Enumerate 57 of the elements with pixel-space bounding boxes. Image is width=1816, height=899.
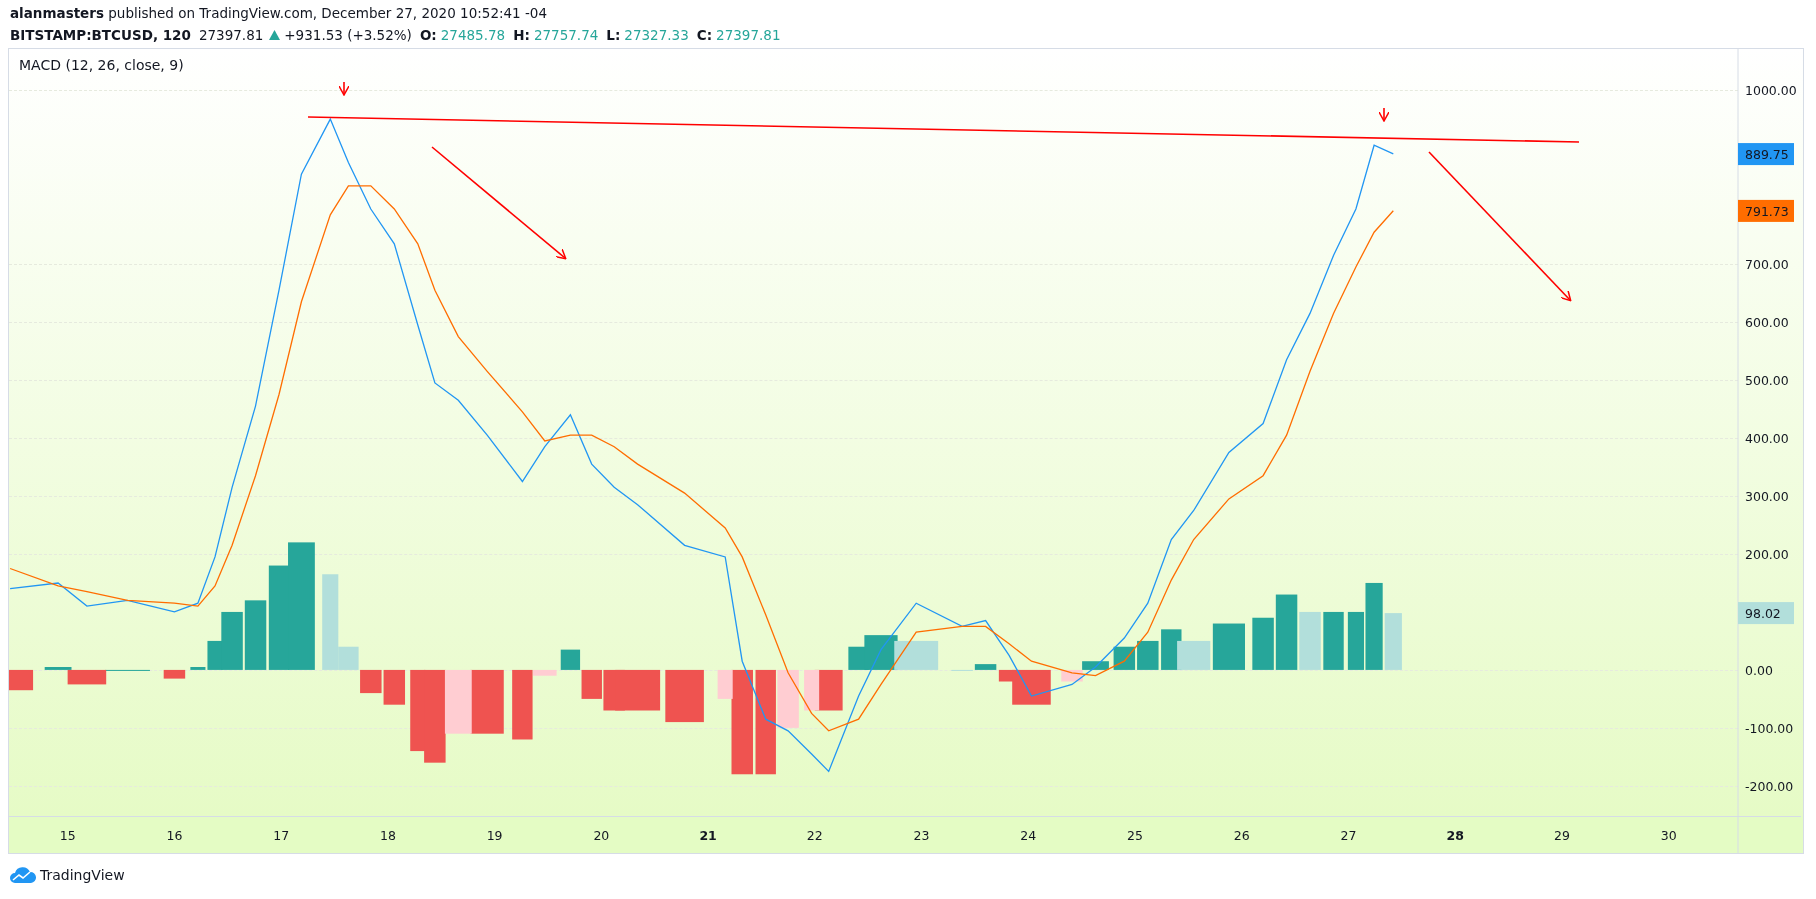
- histogram-bar: [665, 669, 704, 723]
- histogram-bar: [470, 669, 504, 734]
- ohlc-value: 27327.33: [624, 26, 689, 45]
- last-value-label: 889.75: [1738, 143, 1794, 166]
- x-axis-label: 24: [1020, 828, 1037, 843]
- x-axis-label: 23: [913, 828, 930, 843]
- x-axis-label: 27: [1340, 828, 1357, 843]
- ohlc-label: H:: [513, 26, 530, 45]
- publication-info: alanmasters published on TradingView.com, December 27, 2020 10:52:41 -04: [10, 4, 549, 23]
- histogram-bar: [894, 640, 939, 670]
- x-axis-label: 26: [1233, 828, 1250, 843]
- x-axis-label: 22: [806, 828, 823, 843]
- x-axis-label: 21: [699, 828, 717, 843]
- y-axis-label: 400.00: [1745, 431, 1789, 446]
- y-axis-label: 0.00: [1745, 662, 1773, 678]
- histogram-bar: [1113, 646, 1136, 670]
- y-axis-label: -100.00: [1745, 720, 1794, 736]
- histogram-bar: [1137, 640, 1159, 670]
- down-arrow-icon: [338, 81, 350, 96]
- x-axis-label: 25: [1127, 828, 1143, 843]
- histogram-bar: [560, 649, 581, 670]
- y-axis-label: 500.00: [1745, 373, 1789, 389]
- ohlc-label: O:: [419, 26, 437, 45]
- y-axis-label: 300.00: [1745, 489, 1789, 504]
- symbol-label: BITSTAMP:BTCUSD, 120: [10, 26, 191, 45]
- histogram-bar: [581, 669, 602, 699]
- y-axis-label: 600.00: [1745, 315, 1789, 331]
- last-value-label: 98.02: [1738, 602, 1794, 625]
- x-axis-label: 15: [59, 828, 76, 843]
- ohlc-label: L:: [606, 26, 621, 45]
- x-axis-label: 17: [273, 828, 290, 843]
- y-axis-label: 1000.00: [1745, 83, 1797, 99]
- ohlc-label: C:: [696, 26, 713, 45]
- ohlc-value: 27397.81: [716, 26, 781, 45]
- x-axis-label: 29: [1553, 828, 1570, 843]
- x-axis-label: 28: [1446, 828, 1464, 843]
- histogram-bar: [163, 669, 186, 679]
- last-price: 27397.81: [198, 26, 264, 45]
- x-axis-label: 20: [593, 828, 610, 843]
- histogram-bar: [1299, 611, 1321, 670]
- x-axis-label: 30: [1660, 828, 1677, 843]
- y-axis-label: 200.00: [1745, 546, 1789, 562]
- last-value-label: 791.73: [1738, 199, 1794, 222]
- down-arrow-icon: [1378, 107, 1390, 122]
- ohlc-value: 27485.78: [440, 26, 506, 45]
- x-axis-label: 18: [379, 828, 396, 843]
- x-axis-label: 19: [486, 828, 503, 843]
- price-change: +931.53 (+3.52%): [284, 26, 412, 45]
- ohlc-value: 27757.74: [533, 26, 599, 45]
- histogram-bar: [9, 669, 34, 691]
- cloud-logo-icon: [10, 866, 36, 884]
- x-axis-label: 16: [166, 828, 183, 843]
- y-axis-label: -200.00: [1745, 778, 1794, 794]
- indicator-title: MACD (12, 26, close, 9): [19, 57, 184, 73]
- y-axis-label: 700.00: [1745, 257, 1789, 273]
- histogram-bar: [1323, 611, 1344, 670]
- brand-name: TradingView: [40, 867, 125, 883]
